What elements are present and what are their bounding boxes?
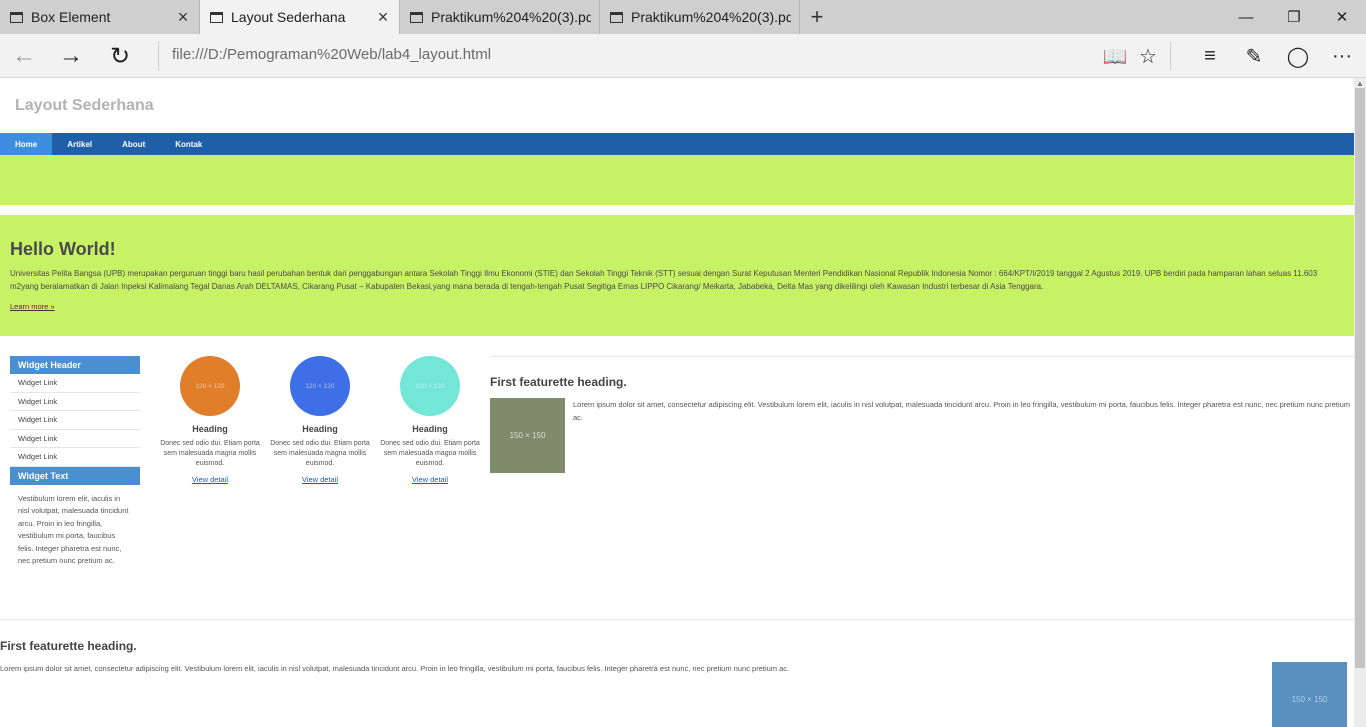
widget-text: Vestibulum lorem elit, iaculis in nisl v… bbox=[18, 493, 129, 566]
more-icon[interactable]: ··· bbox=[1326, 40, 1358, 72]
view-detail-link[interactable]: View detail bbox=[412, 475, 448, 484]
feature-text: Donec sed odio dui. Etiam porta sem male… bbox=[380, 440, 480, 467]
widget-link[interactable]: Widget Link bbox=[10, 448, 140, 467]
nav-home[interactable]: Home bbox=[0, 133, 53, 155]
sidebar: Widget Header Widget Link Widget Link Wi… bbox=[10, 356, 140, 568]
new-tab-button[interactable]: + bbox=[800, 0, 834, 34]
feature-heading: Heading bbox=[412, 424, 448, 434]
window-controls: — ❐ ✕ bbox=[1222, 0, 1366, 34]
page-icon bbox=[210, 11, 223, 23]
featurette-text: Lorem ipsum dolor sit amet, consectetur … bbox=[573, 400, 1351, 422]
featurette-heading: First featurette heading. bbox=[490, 375, 627, 389]
widget-text-header: Widget Text bbox=[10, 466, 140, 485]
tab-layout-sederhana[interactable]: Layout Sederhana × bbox=[200, 0, 400, 34]
feature-column: 120 × 120 Heading Donec sed odio dui. Et… bbox=[155, 356, 265, 487]
refresh-icon[interactable]: ↻ bbox=[103, 40, 137, 72]
nav-kontak[interactable]: Kontak bbox=[160, 133, 217, 155]
hub-icon[interactable]: ≡ bbox=[1194, 40, 1226, 72]
footer-featurette-text: Lorem ipsum dolor sit amet, consectetur … bbox=[0, 664, 790, 673]
page-icon bbox=[10, 11, 23, 23]
minimize-button[interactable]: — bbox=[1222, 0, 1270, 34]
tab-title: Praktikum%204%20(3).pdf bbox=[631, 9, 791, 25]
nav-artikel[interactable]: Artikel bbox=[52, 133, 107, 155]
feature-heading: Heading bbox=[192, 424, 228, 434]
widget-link[interactable]: Widget Link bbox=[10, 374, 140, 393]
hero-heading: Hello World! bbox=[10, 239, 116, 259]
widget-link[interactable]: Widget Link bbox=[10, 430, 140, 448]
widget-link[interactable]: Widget Link bbox=[10, 411, 140, 430]
nav-about[interactable]: About bbox=[107, 133, 160, 155]
restore-button[interactable]: ❐ bbox=[1270, 0, 1318, 34]
feature-heading: Heading bbox=[302, 424, 338, 434]
page-icon bbox=[610, 11, 623, 23]
view-detail-link[interactable]: View detail bbox=[302, 475, 338, 484]
forward-arrow-icon[interactable]: → bbox=[54, 40, 88, 72]
footer-featurette-heading: First featurette heading. bbox=[0, 639, 137, 653]
tab-title: Praktikum%204%20(3).pdf bbox=[431, 9, 591, 25]
view-detail-link[interactable]: View detail bbox=[192, 475, 228, 484]
reading-view-icon[interactable]: 📖 bbox=[1099, 40, 1131, 72]
star-icon[interactable]: ☆ bbox=[1132, 40, 1164, 72]
tab-title: Box Element bbox=[31, 9, 111, 25]
featurette-image: 150 × 150 bbox=[490, 398, 565, 473]
hero-text: Universitas Pelita Bangsa (UPB) merupaka… bbox=[10, 269, 1318, 291]
page-icon bbox=[410, 11, 423, 23]
address-bar: ← → ↻ file:///D:/Pemograman%20Web/lab4_l… bbox=[0, 34, 1366, 78]
close-icon[interactable]: × bbox=[175, 8, 191, 26]
feature-column: 120 × 120 Heading Donec sed odio dui. Et… bbox=[375, 356, 485, 487]
footer-featurette-image: 150 × 150 bbox=[1272, 662, 1347, 727]
share-icon[interactable]: ◯ bbox=[1282, 40, 1314, 72]
feature-text: Donec sed odio dui. Etiam porta sem male… bbox=[160, 440, 260, 467]
divider bbox=[0, 619, 1354, 620]
web-note-icon[interactable]: ✎ bbox=[1238, 40, 1270, 72]
close-icon[interactable]: × bbox=[375, 8, 391, 26]
tab-pdf-1[interactable]: Praktikum%204%20(3).pdf bbox=[400, 0, 600, 34]
separator bbox=[1170, 42, 1171, 70]
learn-more-link[interactable]: Learn more » bbox=[10, 302, 55, 311]
tab-strip: Box Element × Layout Sederhana × Praktik… bbox=[0, 0, 1366, 34]
feature-image: 120 × 120 bbox=[400, 356, 460, 416]
separator bbox=[158, 41, 159, 71]
feature-text: Donec sed odio dui. Etiam porta sem male… bbox=[270, 440, 370, 467]
feature-column: 120 × 120 Heading Donec sed odio dui. Et… bbox=[265, 356, 375, 487]
web-page: Layout Sederhana Home Artikel About Kont… bbox=[0, 78, 1354, 727]
scrollbar-thumb[interactable] bbox=[1355, 88, 1365, 668]
feature-image: 120 × 120 bbox=[180, 356, 240, 416]
banner bbox=[0, 155, 1354, 205]
tab-box-element[interactable]: Box Element × bbox=[0, 0, 200, 34]
widget-link[interactable]: Widget Link bbox=[10, 393, 140, 411]
scroll-up-icon[interactable]: ▲ bbox=[1356, 79, 1364, 88]
back-arrow-icon[interactable]: ← bbox=[7, 40, 41, 72]
vertical-scrollbar[interactable]: ▲ bbox=[1354, 78, 1366, 727]
tab-title: Layout Sederhana bbox=[231, 9, 346, 25]
url-field[interactable]: file:///D:/Pemograman%20Web/lab4_layout.… bbox=[172, 46, 491, 63]
widget-header: Widget Header bbox=[10, 356, 140, 374]
site-title: Layout Sederhana bbox=[15, 97, 154, 114]
hero: Hello World! Universitas Pelita Bangsa (… bbox=[0, 215, 1354, 336]
divider bbox=[490, 356, 1354, 357]
feature-image: 120 × 120 bbox=[290, 356, 350, 416]
close-window-button[interactable]: ✕ bbox=[1318, 0, 1366, 34]
main-nav: Home Artikel About Kontak bbox=[0, 133, 1354, 155]
tab-pdf-2[interactable]: Praktikum%204%20(3).pdf bbox=[600, 0, 800, 34]
